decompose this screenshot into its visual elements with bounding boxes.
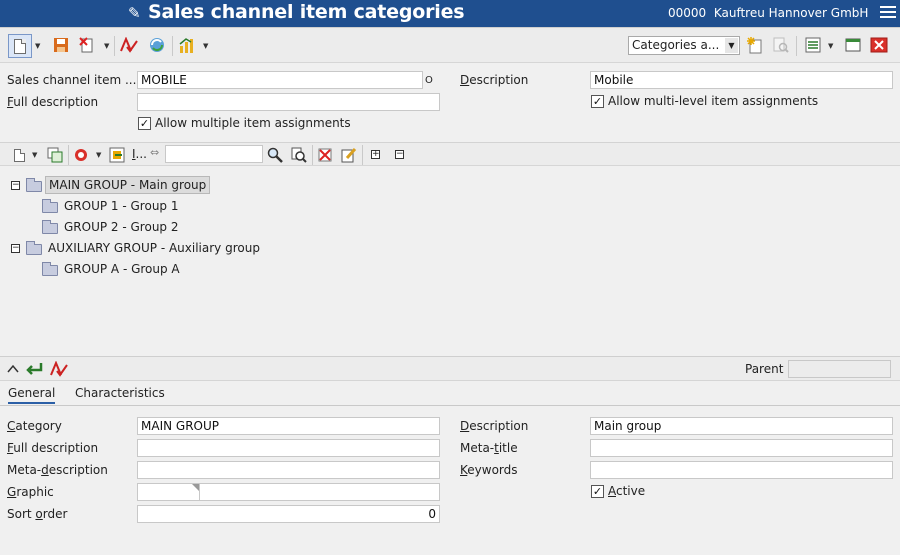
full-description-input[interactable]	[137, 93, 440, 111]
detail-toolbar: Parent	[0, 356, 900, 381]
apply-return-icon[interactable]	[26, 360, 44, 378]
view-select[interactable]: Categories a... ▼	[628, 36, 740, 55]
tree-toolbar: ▼ ▼ I... ⇔ + −	[0, 142, 900, 166]
tree-filter-input[interactable]	[165, 145, 263, 163]
company-name: Kauftreu Hannover GmbH	[713, 6, 869, 20]
tab-general[interactable]: General	[8, 386, 56, 404]
description-label: Description	[460, 73, 529, 87]
move-dropdown-icon[interactable]: ▼	[96, 151, 101, 159]
parent-label: Parent	[745, 362, 784, 376]
delete-node-icon[interactable]	[316, 146, 334, 164]
check-icon[interactable]	[120, 36, 138, 54]
new-document-icon[interactable]	[8, 34, 32, 58]
window-restore-icon[interactable]	[844, 36, 862, 54]
allow-multilevel-label: Allow multi-level item assignments	[608, 94, 819, 108]
tree-node-auxiliary-group[interactable]: AUXILIARY GROUP - Auxiliary group	[45, 240, 263, 256]
settings-dropdown-icon[interactable]: ▼	[828, 42, 833, 50]
meta-title-input[interactable]	[590, 439, 893, 457]
view-select-value: Categories a...	[632, 38, 720, 52]
folder-icon	[26, 178, 42, 192]
folder-icon	[42, 199, 58, 213]
category-tree: − MAIN GROUP - Main group GROUP 1 - Grou…	[0, 167, 900, 355]
hamburger-menu-icon[interactable]	[880, 6, 896, 20]
detail-description-input[interactable]: Main group	[590, 417, 893, 435]
search-document-icon[interactable]	[772, 36, 790, 54]
folder-icon	[26, 241, 42, 255]
lookup-corner-icon	[192, 484, 199, 491]
detail-tabs: General Characteristics	[0, 382, 900, 406]
sales-channel-input[interactable]: MOBILE	[137, 71, 423, 89]
detail-full-description-input[interactable]	[137, 439, 440, 457]
close-icon[interactable]	[870, 36, 888, 54]
tab-characteristics[interactable]: Characteristics	[75, 386, 165, 400]
company-info: 00000 Kauftreu Hannover GmbH	[668, 6, 868, 20]
move-icon[interactable]	[73, 146, 91, 164]
title-bar: ✎ Sales channel item categories 00000 Ka…	[0, 0, 900, 27]
category-input[interactable]: MAIN GROUP	[137, 417, 440, 435]
collapse-all-icon[interactable]: −	[395, 150, 404, 159]
graphic-description-input[interactable]	[199, 483, 440, 501]
filter-label: I...	[132, 147, 147, 161]
graphic-label: Graphic	[7, 485, 54, 499]
tree-node-group-a[interactable]: GROUP A - Group A	[61, 261, 183, 277]
sort-order-label: Sort order	[7, 507, 68, 521]
tree-node-group-1[interactable]: GROUP 1 - Group 1	[61, 198, 182, 214]
window-title: Sales channel item categories	[148, 1, 465, 23]
search-icon[interactable]	[266, 146, 284, 164]
detail-description-label: Description	[460, 419, 529, 433]
tree-toggle[interactable]: −	[11, 181, 20, 190]
keywords-label: Keywords	[460, 463, 518, 477]
add-new-icon[interactable]	[746, 36, 764, 54]
sales-channel-suffix: O	[425, 75, 433, 86]
copy-icon[interactable]	[46, 146, 64, 164]
sales-channel-label: Sales channel item ...	[7, 73, 137, 87]
allow-multilevel-checkbox[interactable]: ✓	[591, 95, 604, 108]
new-node-dropdown-icon[interactable]: ▼	[32, 151, 37, 159]
tree-toggle[interactable]: −	[11, 244, 20, 253]
main-toolbar: ▼ ▼ ▼ Categories a... ▼ ▼	[0, 27, 900, 63]
new-dropdown-icon[interactable]: ▼	[35, 42, 40, 50]
tree-node-group-2[interactable]: GROUP 2 - Group 2	[61, 219, 182, 235]
description-input[interactable]: Mobile	[590, 71, 893, 89]
save-icon[interactable]	[52, 36, 70, 54]
graphic-key-input[interactable]	[137, 483, 200, 501]
chevron-up-icon[interactable]	[4, 360, 22, 378]
delete-dropdown-icon[interactable]: ▼	[104, 42, 109, 50]
tree-node-main-group[interactable]: MAIN GROUP - Main group	[45, 176, 211, 194]
edit-icon[interactable]	[340, 146, 358, 164]
category-label: Category	[7, 419, 62, 433]
chevron-down-icon[interactable]: ▼	[725, 38, 738, 53]
folder-icon	[42, 262, 58, 276]
new-node-icon[interactable]	[10, 146, 28, 164]
pencil-icon: ✎	[128, 4, 141, 22]
active-checkbox[interactable]: ✓	[591, 485, 604, 498]
report-chart-icon[interactable]	[178, 36, 196, 54]
find-next-icon[interactable]	[290, 146, 308, 164]
allow-multiple-checkbox[interactable]: ✓	[138, 117, 151, 130]
expand-all-icon[interactable]: +	[371, 150, 380, 159]
filter-arrows-icon: ⇔	[150, 146, 160, 159]
active-label: Active	[608, 484, 646, 498]
keywords-input[interactable]	[590, 461, 893, 479]
meta-description-input[interactable]	[137, 461, 440, 479]
delete-document-icon[interactable]	[78, 36, 96, 54]
allow-multiple-label: Allow multiple item assignments	[155, 116, 351, 130]
meta-description-label: Meta-description	[7, 463, 108, 477]
sort-order-input[interactable]: 0	[137, 505, 440, 523]
full-description-label: Full description	[7, 95, 99, 109]
detail-full-description-label: Full description	[7, 441, 99, 455]
refresh-icon[interactable]	[148, 36, 166, 54]
report-dropdown-icon[interactable]: ▼	[203, 42, 208, 50]
meta-title-label: Meta-title	[460, 441, 518, 455]
company-code: 00000	[668, 6, 707, 20]
settings-list-icon[interactable]	[804, 36, 822, 54]
check-icon[interactable]	[50, 360, 68, 378]
export-icon[interactable]	[108, 146, 126, 164]
parent-input	[788, 360, 891, 378]
folder-icon	[42, 220, 58, 234]
